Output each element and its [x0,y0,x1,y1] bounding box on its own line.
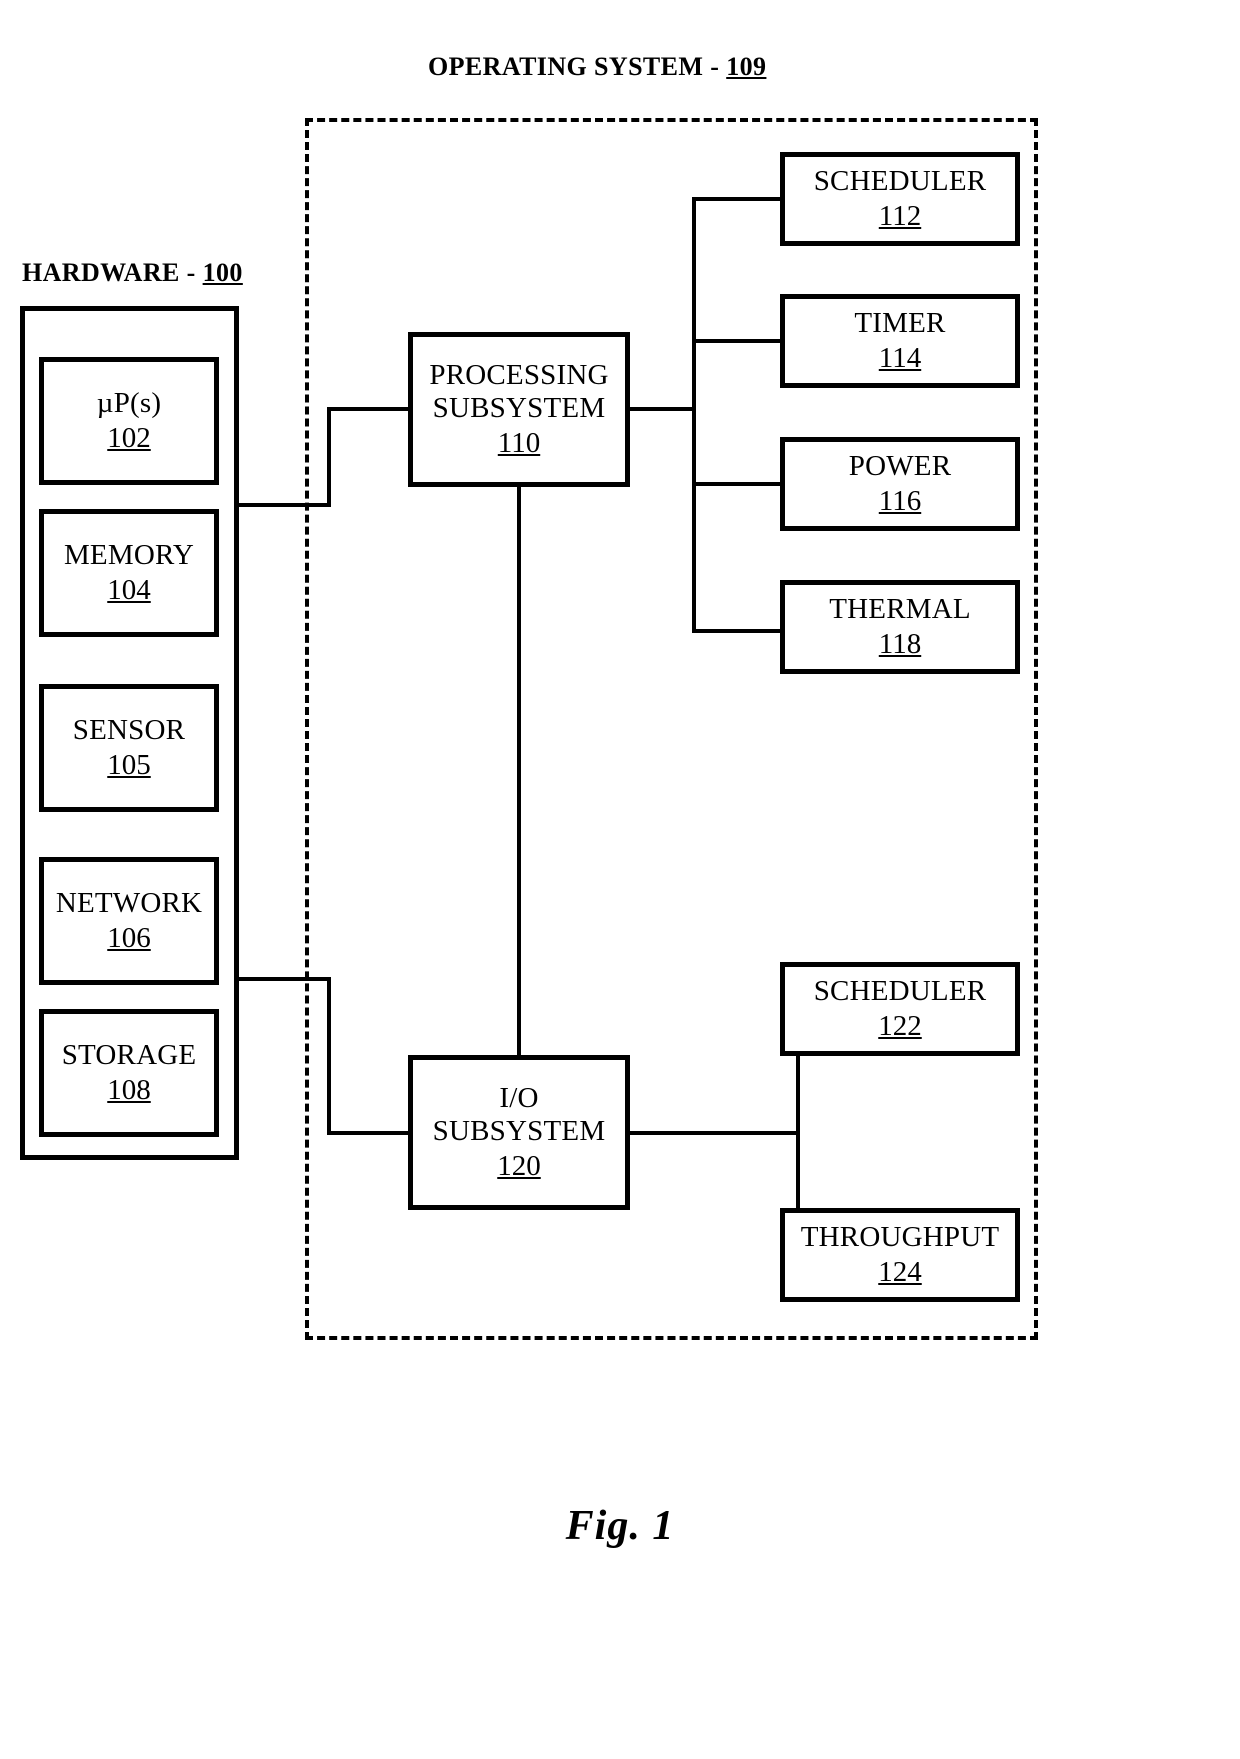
processing-service-power-116-ref: 116 [878,484,922,517]
processing-service-scheduler-112-ref: 112 [878,199,922,232]
hardware-block-storage: STORAGE 108 [39,1009,219,1137]
connector-processing-to-timer-114 [692,339,782,343]
connector-processing-to-io [517,485,521,1057]
patent-figure-page: OPERATING SYSTEM - 109 HARDWARE - 100 µP… [0,0,1240,1759]
io-subsystem-block: I/O SUBSYSTEM 120 [408,1055,630,1210]
connector-hardware-to-io-segment-2 [327,977,331,1135]
processing-subsystem-block: PROCESSING SUBSYSTEM 110 [408,332,630,487]
hardware-block-network-title: NETWORK [55,887,203,920]
connector-hardware-to-io-segment-1 [239,977,331,981]
processing-service-power-116-title: POWER [848,450,952,483]
io-service-throughput-124-ref: 124 [878,1255,922,1288]
hardware-block-network: NETWORK 106 [39,857,219,985]
hardware-block-sensor: SENSOR 105 [39,684,219,812]
hardware-block-sensor-title: SENSOR [72,714,186,747]
io-subsystem-ref: 120 [497,1149,541,1182]
hardware-block-microprocessor-ref: 102 [107,421,151,454]
connector-hardware-to-processing-segment-3 [327,407,410,411]
hardware-ref: 100 [202,258,243,287]
hardware-block-memory-title: MEMORY [63,539,195,572]
connector-hardware-to-io-segment-3 [327,1131,410,1135]
connector-io-trunk-stub [628,1131,800,1135]
processing-service-scheduler-112-title: SCHEDULER [813,165,987,198]
io-service-throughput-124: THROUGHPUT 124 [780,1208,1020,1302]
io-service-scheduler-122-title: SCHEDULER [813,975,987,1008]
hardware-block-microprocessor-title: µP(s) [96,387,162,420]
hardware-block-memory-ref: 104 [107,573,151,606]
connector-processing-to-scheduler-112 [692,197,782,201]
processing-subsystem-title-line1: PROCESSING [429,359,609,392]
operating-system-ref: 109 [726,52,767,81]
io-subsystem-title-line2: SUBSYSTEM [432,1115,606,1148]
hardware-block-network-ref: 106 [107,921,151,954]
processing-service-timer-114-ref: 114 [878,341,922,374]
hardware-block-storage-title: STORAGE [61,1039,197,1072]
connector-processing-trunk [692,197,696,633]
io-subsystem-title-line1: I/O [499,1082,539,1115]
hardware-block-sensor-ref: 105 [107,748,151,781]
connector-processing-trunk-stub [628,407,696,411]
processing-service-power-116: POWER 116 [780,437,1020,531]
figure-caption: Fig. 1 [565,1503,675,1549]
connector-hardware-to-processing-segment-2 [327,407,331,507]
io-service-scheduler-122-ref: 122 [878,1009,922,1042]
connector-hardware-to-processing-segment-1 [239,503,331,507]
io-service-throughput-124-title: THROUGHPUT [800,1221,1000,1254]
processing-service-timer-114-title: TIMER [854,307,946,340]
processing-subsystem-title-line2: SUBSYSTEM [432,392,606,425]
hardware-label-text: HARDWARE - [22,258,203,287]
hardware-label: HARDWARE - 100 [22,260,243,286]
hardware-block-storage-ref: 108 [107,1073,151,1106]
processing-subsystem-ref: 110 [497,426,541,459]
hardware-block-microprocessor: µP(s) 102 [39,357,219,485]
connector-processing-to-power-116 [692,482,782,486]
processing-service-scheduler-112: SCHEDULER 112 [780,152,1020,246]
processing-service-thermal-118-ref: 118 [878,627,922,660]
operating-system-label: OPERATING SYSTEM - 109 [428,54,766,80]
processing-service-timer-114: TIMER 114 [780,294,1020,388]
processing-service-thermal-118-title: THERMAL [829,593,971,626]
hardware-block-memory: MEMORY 104 [39,509,219,637]
connector-processing-to-thermal-118 [692,629,782,633]
processing-service-thermal-118: THERMAL 118 [780,580,1020,674]
io-service-scheduler-122: SCHEDULER 122 [780,962,1020,1056]
operating-system-label-text: OPERATING SYSTEM - [428,52,727,81]
